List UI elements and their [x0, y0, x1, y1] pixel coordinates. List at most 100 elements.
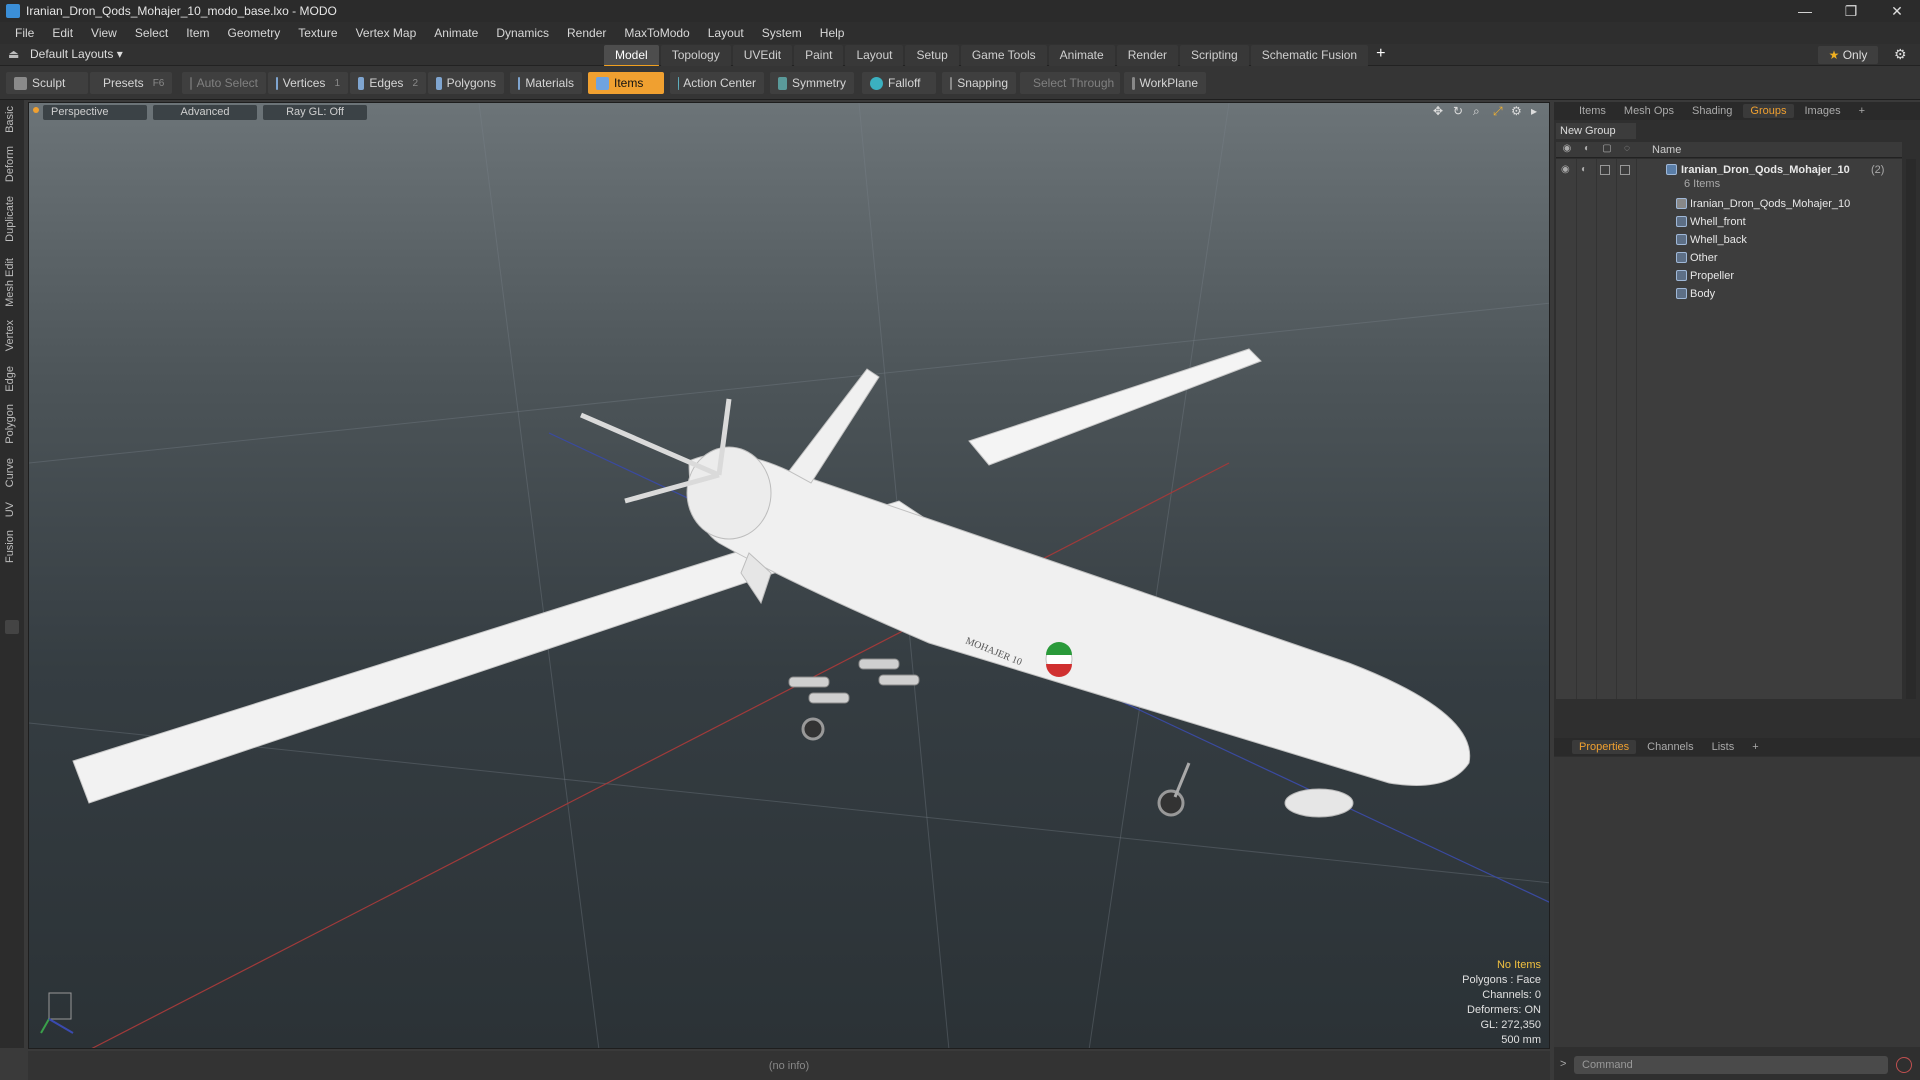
command-input[interactable]: Command	[1574, 1056, 1888, 1074]
tab-model[interactable]: Model	[604, 45, 659, 67]
menu-edit[interactable]: Edit	[43, 26, 82, 40]
new-group-button[interactable]: New Group	[1556, 123, 1636, 139]
raygl-toggle[interactable]: Ray GL: Off	[263, 105, 367, 120]
add-bottom-tab-plus-icon[interactable]: +	[1745, 740, 1765, 754]
menu-file[interactable]: File	[6, 26, 43, 40]
list-item[interactable]: Iranian_Dron_Qods_Mohajer_10	[1556, 195, 1902, 213]
3d-viewport[interactable]: MOHAJER 10 Perspective Advanced Ray GL: …	[28, 102, 1550, 1049]
tab-topology[interactable]: Topology	[660, 45, 731, 67]
tab-curve[interactable]: Curve	[4, 458, 16, 487]
tab-basic[interactable]: Basic	[4, 106, 16, 133]
tab-paint[interactable]: Paint	[794, 45, 844, 67]
polygons-button[interactable]: Polygons	[428, 72, 504, 94]
tab-items[interactable]: Items	[1572, 104, 1613, 118]
visibility-eye-icon[interactable]: ◉	[1560, 143, 1574, 157]
list-item[interactable]: Whell_back	[1556, 231, 1902, 249]
viewport-settings-icon[interactable]: ⚙	[1511, 104, 1522, 118]
lock-column-icon[interactable]: ▢	[1600, 143, 1614, 157]
menu-render[interactable]: Render	[558, 26, 615, 40]
tab-game-tools[interactable]: Game Tools	[960, 45, 1047, 67]
menu-select[interactable]: Select	[126, 26, 177, 40]
move-view-icon[interactable]: ✥	[1433, 104, 1443, 118]
tab-vertex[interactable]: Vertex	[4, 320, 16, 351]
snapping-button[interactable]: Snapping	[942, 72, 1016, 94]
materials-button[interactable]: Materials	[510, 72, 582, 94]
tab-render[interactable]: Render	[1116, 45, 1179, 67]
group-visibility-eye-icon[interactable]: ◉	[1561, 164, 1570, 175]
items-button[interactable]: Items	[588, 72, 664, 94]
viewport-menu-arrow-icon[interactable]: ▸	[1531, 104, 1537, 118]
list-item[interactable]: Other	[1556, 249, 1902, 267]
tab-deform[interactable]: Deform	[4, 146, 16, 182]
group-render-icon[interactable]: ◐	[1581, 164, 1587, 175]
rotate-view-icon[interactable]: ↻	[1453, 104, 1463, 118]
tab-edge[interactable]: Edge	[4, 366, 16, 392]
tab-scripting[interactable]: Scripting	[1180, 45, 1249, 67]
command-history-icon[interactable]	[1896, 1057, 1912, 1073]
edges-button[interactable]: Edges 2	[350, 72, 426, 94]
menu-maxtomodo[interactable]: MaxToModo	[615, 26, 698, 40]
add-layout-plus-icon[interactable]: +	[1376, 45, 1385, 67]
tab-mesh-ops[interactable]: Mesh Ops	[1617, 104, 1681, 118]
tab-images[interactable]: Images	[1798, 104, 1848, 118]
add-tab-plus-icon[interactable]: +	[1852, 104, 1872, 118]
tab-groups[interactable]: Groups	[1743, 104, 1794, 118]
expand-tools-icon[interactable]	[5, 620, 19, 634]
menu-animate[interactable]: Animate	[425, 26, 487, 40]
list-item[interactable]: Body	[1556, 285, 1902, 303]
menu-dynamics[interactable]: Dynamics	[487, 26, 558, 40]
restore-button[interactable]: ❐	[1828, 0, 1874, 22]
tab-uv[interactable]: UV	[4, 502, 16, 517]
menu-vertex-map[interactable]: Vertex Map	[347, 26, 426, 40]
zoom-view-icon[interactable]: ⌕	[1473, 104, 1480, 119]
drone-model[interactable]: MOHAJER 10	[72, 348, 1471, 818]
shading-dropdown[interactable]: Advanced	[153, 105, 257, 120]
workplane-button[interactable]: WorkPlane	[1124, 72, 1206, 94]
layout-collapse-icon[interactable]: ⏏	[8, 47, 19, 61]
tab-channels[interactable]: Channels	[1640, 740, 1700, 754]
menu-help[interactable]: Help	[811, 26, 854, 40]
auto-select-button[interactable]: Auto Select	[182, 72, 266, 94]
menu-view[interactable]: View	[82, 26, 126, 40]
tab-layout[interactable]: Layout	[845, 45, 904, 67]
tab-lists[interactable]: Lists	[1705, 740, 1742, 754]
group-select-checkbox[interactable]	[1620, 165, 1630, 175]
menu-geometry[interactable]: Geometry	[219, 26, 290, 40]
select-through-button[interactable]: Select Through	[1020, 72, 1120, 94]
minimize-button[interactable]: —	[1782, 0, 1828, 22]
vertices-button[interactable]: Vertices 1	[268, 72, 348, 94]
tab-shading[interactable]: Shading	[1685, 104, 1739, 118]
menu-layout[interactable]: Layout	[699, 26, 753, 40]
tab-schematic-fusion[interactable]: Schematic Fusion	[1250, 45, 1369, 67]
close-button[interactable]: ✕	[1874, 0, 1920, 22]
select-column-icon[interactable]: ◌	[1620, 143, 1634, 157]
groups-scrollbar[interactable]	[1906, 159, 1916, 699]
render-column-icon[interactable]: ◐	[1580, 143, 1594, 157]
layouts-dropdown[interactable]: Default Layouts ▾	[30, 47, 123, 61]
symmetry-button[interactable]: Symmetry	[770, 72, 854, 94]
perspective-dropdown[interactable]: Perspective	[43, 105, 147, 120]
gear-icon[interactable]: ⚙	[1894, 46, 1907, 63]
list-item[interactable]: Propeller	[1556, 267, 1902, 285]
tab-mesh-edit[interactable]: Mesh Edit	[4, 258, 16, 307]
list-item[interactable]: Whell_front	[1556, 213, 1902, 231]
tab-uvedit[interactable]: UVEdit	[732, 45, 793, 67]
tab-fusion[interactable]: Fusion	[4, 530, 16, 563]
action-center-button[interactable]: Action Center	[670, 72, 764, 94]
falloff-button[interactable]: Falloff	[862, 72, 936, 94]
only-toggle[interactable]: ★ Only	[1818, 46, 1878, 64]
tab-properties[interactable]: Properties	[1572, 740, 1637, 754]
sculpt-button[interactable]: Sculpt	[6, 72, 88, 94]
menu-system[interactable]: System	[753, 26, 811, 40]
menu-item[interactable]: Item	[177, 26, 218, 40]
fit-view-icon[interactable]: ⤢	[1493, 104, 1503, 119]
tab-animate[interactable]: Animate	[1048, 45, 1115, 67]
group-lock-checkbox[interactable]	[1600, 165, 1610, 175]
tab-duplicate[interactable]: Duplicate	[4, 196, 16, 242]
name-column-header[interactable]: Name	[1652, 144, 1681, 156]
tab-polygon[interactable]: Polygon	[4, 404, 16, 444]
menu-texture[interactable]: Texture	[289, 26, 346, 40]
presets-button[interactable]: Presets F6	[90, 72, 172, 94]
brush-icon	[14, 76, 27, 90]
tab-setup[interactable]: Setup	[905, 45, 959, 67]
